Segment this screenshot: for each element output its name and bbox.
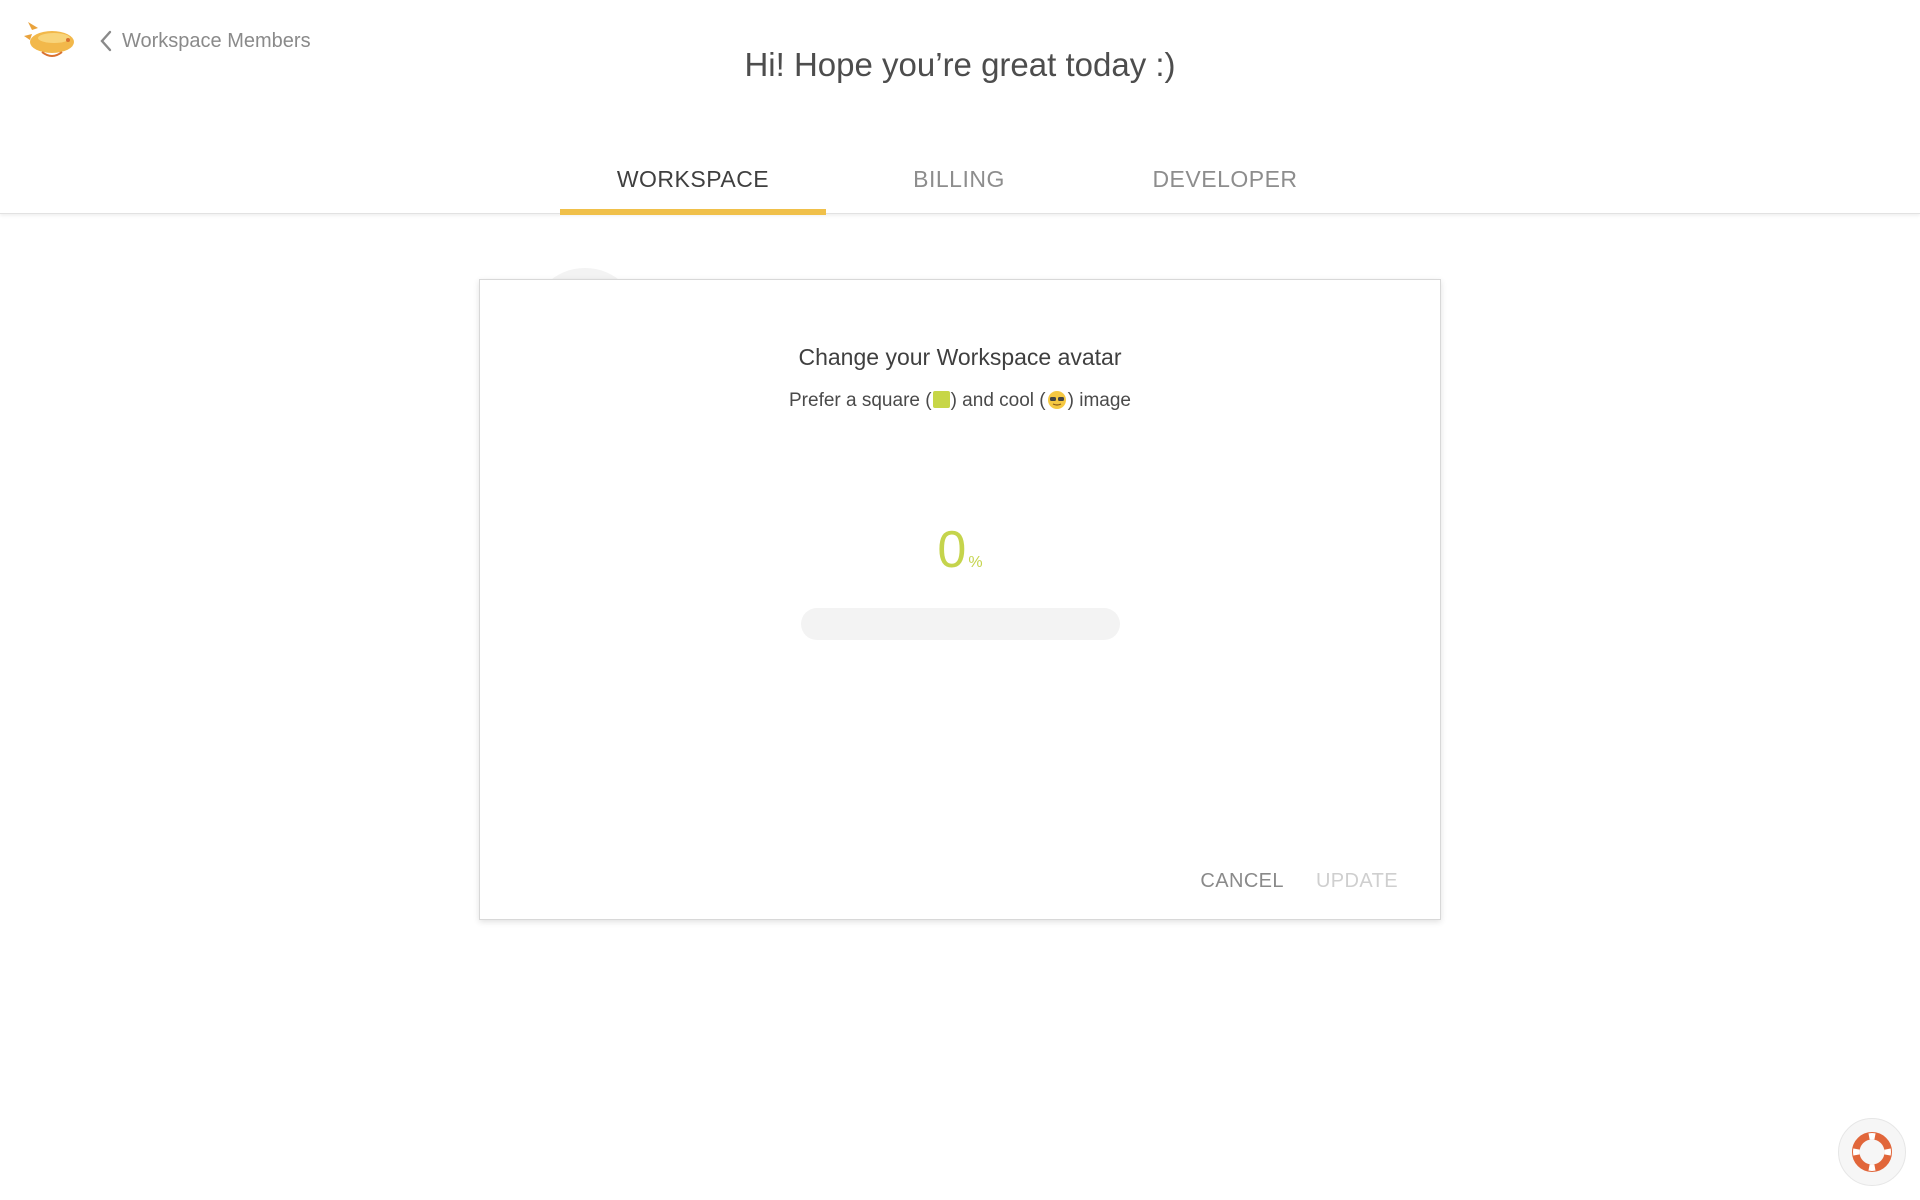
green-square-icon — [932, 391, 950, 408]
lifebuoy-icon — [1852, 1132, 1892, 1172]
progress-unit: % — [968, 554, 983, 571]
upload-progress-bar — [801, 608, 1120, 640]
change-avatar-dialog: Change your Workspace avatar Prefer a sq… — [479, 279, 1441, 920]
progress-value: 0 — [937, 521, 967, 579]
subtitle-text-2: ) and cool ( — [950, 390, 1046, 411]
tab-billing[interactable]: BILLING — [826, 146, 1092, 214]
subtitle-text-3: ) image — [1067, 390, 1131, 411]
dialog-actions: CANCEL UPDATE — [1200, 864, 1398, 899]
update-button[interactable]: UPDATE — [1316, 864, 1398, 899]
dialog-subtitle: Prefer a square ( ) and cool ( ) image — [480, 390, 1440, 412]
settings-tabs: WORKSPACE BILLING DEVELOPER — [560, 146, 1360, 215]
help-button[interactable] — [1838, 1118, 1906, 1186]
top-header: Workspace Members Hi! Hope you’re great … — [0, 0, 1920, 215]
sunglasses-face-icon — [1047, 391, 1066, 409]
tab-workspace[interactable]: WORKSPACE — [560, 146, 826, 215]
greeting-title: Hi! Hope you’re great today :) — [744, 46, 1176, 83]
cancel-button[interactable]: CANCEL — [1200, 864, 1284, 899]
upload-progress-readout: 0% — [480, 520, 1440, 580]
dialog-title: Change your Workspace avatar — [798, 344, 1122, 370]
subtitle-text-1: Prefer a square ( — [789, 390, 932, 411]
page: Workspace Members Hi! Hope you’re great … — [0, 0, 1920, 1200]
tab-developer[interactable]: DEVELOPER — [1092, 146, 1358, 214]
